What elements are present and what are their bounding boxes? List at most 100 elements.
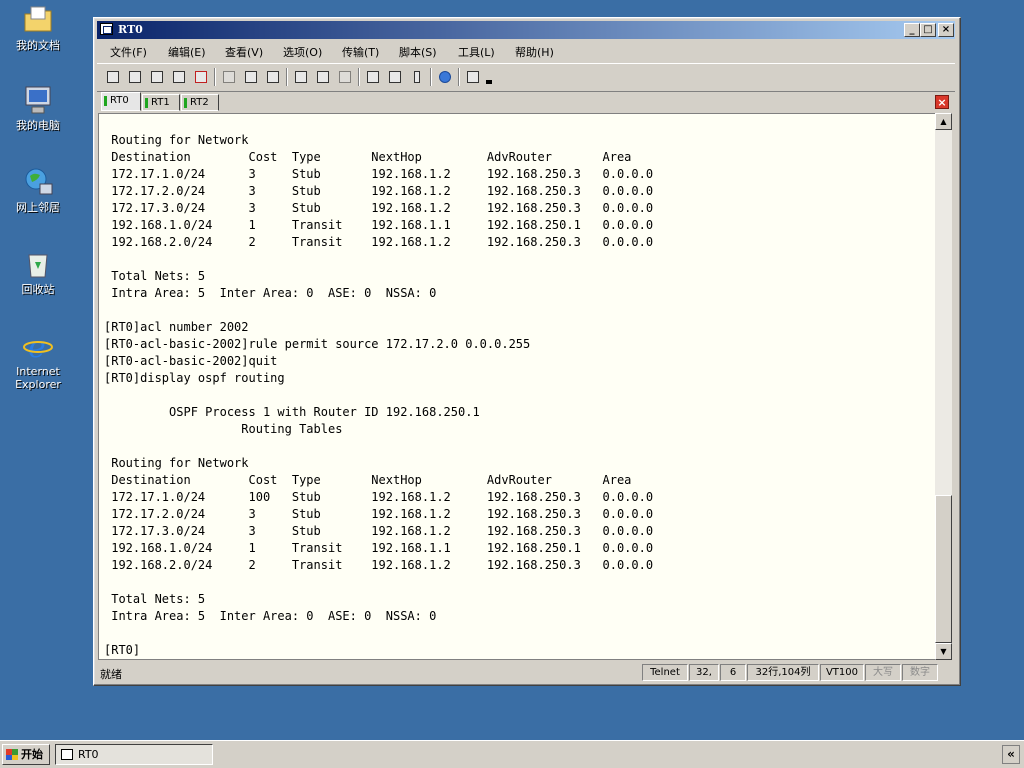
- menu-edit[interactable]: 编辑(E): [168, 44, 206, 60]
- menu-help[interactable]: 帮助(H): [515, 44, 554, 60]
- emulation-mode: VT100: [820, 664, 864, 681]
- terminal-line: Destination Cost Type NextHop AdvRouter …: [104, 473, 632, 487]
- tab-rt2[interactable]: RT2: [181, 94, 219, 111]
- menu-transfer[interactable]: 传输(T): [342, 44, 379, 60]
- terminal-line: 172.17.2.0/24 3 Stub 192.168.1.2 192.168…: [104, 507, 654, 521]
- terminal-line: [RT0-acl-basic-2002]rule permit source 1…: [104, 337, 531, 351]
- globe-network-icon: [22, 166, 54, 198]
- scroll-up-icon[interactable]: ▲: [935, 113, 952, 130]
- protocol-indicator: Telnet: [642, 664, 688, 681]
- terminal-line: 172.17.1.0/24 100 Stub 192.168.1.2 192.1…: [104, 490, 654, 504]
- terminal-line: Total Nets: 5: [104, 269, 206, 283]
- recycle-bin-icon: [22, 248, 54, 280]
- connect-tab-icon[interactable]: [148, 68, 166, 86]
- find-icon[interactable]: [264, 68, 282, 86]
- toolbar-overflow-icon[interactable]: [484, 68, 494, 86]
- print-setup-icon[interactable]: [292, 68, 310, 86]
- terminal-line: 192.168.1.0/24 1 Transit 192.168.1.1 192…: [104, 218, 654, 232]
- desktop-icon-my-documents[interactable]: 我的文档: [6, 4, 70, 52]
- close-button[interactable]: ×: [938, 23, 954, 37]
- terminal-line: Routing for Network: [104, 456, 249, 470]
- status-indicator: [145, 98, 148, 108]
- print-icon[interactable]: [336, 68, 354, 86]
- terminal-size: 32行,104列: [747, 664, 819, 681]
- connect-icon[interactable]: [104, 68, 122, 86]
- disconnect-icon[interactable]: [192, 68, 210, 86]
- menu-tools[interactable]: 工具(L): [458, 44, 495, 60]
- key-icon[interactable]: [408, 68, 426, 86]
- status-text: 就绪: [100, 668, 122, 681]
- print-screen-icon[interactable]: [314, 68, 332, 86]
- tab-label: RT0: [110, 95, 129, 106]
- terminal-line: [RT0-acl-basic-2002]quit: [104, 354, 278, 368]
- taskbar-item-rt0[interactable]: RT0: [55, 744, 213, 765]
- menu-options[interactable]: 选项(O): [283, 44, 322, 60]
- scroll-thumb[interactable]: [935, 495, 952, 643]
- global-options-icon[interactable]: [386, 68, 404, 86]
- close-tab-icon[interactable]: ×: [935, 95, 949, 109]
- session-options-icon[interactable]: [364, 68, 382, 86]
- start-button[interactable]: 开始: [2, 744, 50, 765]
- svg-text:e: e: [28, 330, 46, 362]
- desktop-icon-network[interactable]: 网上邻居: [6, 166, 70, 214]
- keymap-icon[interactable]: [464, 68, 482, 86]
- tab-rt0[interactable]: RT0: [101, 92, 141, 111]
- terminal-output[interactable]: Routing for Network Destination Cost Typ…: [98, 113, 935, 660]
- terminal-line: [RT0]acl number 2002: [104, 320, 249, 334]
- terminal-line: 192.168.2.0/24 2 Transit 192.168.1.2 192…: [104, 235, 654, 249]
- tab-label: RT2: [190, 97, 209, 108]
- terminal-line: 172.17.3.0/24 3 Stub 192.168.1.2 192.168…: [104, 201, 654, 215]
- maximize-button[interactable]: □: [920, 23, 936, 37]
- paste-icon[interactable]: [242, 68, 260, 86]
- scroll-down-icon[interactable]: ▼: [935, 643, 952, 660]
- vertical-scrollbar[interactable]: ▲ ▼: [935, 113, 952, 660]
- terminal-line: Routing for Network: [104, 133, 249, 147]
- terminal-line: Destination Cost Type NextHop AdvRouter …: [104, 150, 632, 164]
- desktop-icon-label: 回收站: [21, 283, 55, 296]
- app-icon: [61, 749, 73, 760]
- tray-expand-icon[interactable]: «: [1002, 745, 1020, 764]
- taskbar: 开始 RT0 «: [0, 740, 1024, 768]
- status-indicator: [104, 96, 107, 106]
- menu-bar: 文件(F) 编辑(E) 查看(V) 选项(O) 传输(T) 脚本(S) 工具(L…: [97, 41, 955, 61]
- terminal-line: Routing Tables: [104, 422, 343, 436]
- copy-icon[interactable]: [220, 68, 238, 86]
- computer-icon: [22, 84, 54, 116]
- num-lock-indicator: 数字: [902, 664, 938, 681]
- title-bar[interactable]: RT0 _ □ ×: [97, 21, 955, 39]
- desktop-icon-internet-explorer[interactable]: e Internet Explorer: [6, 330, 70, 391]
- terminal-line: Total Nets: 5: [104, 592, 206, 606]
- toolbar: [97, 63, 955, 90]
- cursor-row: 32,: [689, 664, 719, 681]
- reconnect-icon[interactable]: [170, 68, 188, 86]
- tab-rt1[interactable]: RT1: [142, 94, 180, 111]
- start-label: 开始: [21, 748, 43, 761]
- terminal-line: 192.168.1.0/24 1 Transit 192.168.1.1 192…: [104, 541, 654, 555]
- menu-view[interactable]: 查看(V): [225, 44, 263, 60]
- terminal-line: 172.17.1.0/24 3 Stub 192.168.1.2 192.168…: [104, 167, 654, 181]
- terminal-line: [RT0]display ospf routing: [104, 371, 285, 385]
- caps-lock-indicator: 大写: [865, 664, 901, 681]
- desktop-icon-recycle-bin[interactable]: 回收站: [6, 248, 70, 296]
- terminal-line: [RT0]: [104, 643, 141, 657]
- help-icon[interactable]: [436, 68, 454, 86]
- desktop-icon-label: 我的电脑: [16, 119, 60, 132]
- minimize-button[interactable]: _: [904, 23, 920, 37]
- desktop-icon-label: 我的文档: [16, 39, 60, 52]
- menu-file[interactable]: 文件(F): [110, 44, 147, 60]
- menu-script[interactable]: 脚本(S): [399, 44, 437, 60]
- desktop-icon-my-computer[interactable]: 我的电脑: [6, 84, 70, 132]
- quick-connect-icon[interactable]: [126, 68, 144, 86]
- app-icon: [100, 23, 113, 35]
- terminal-window: RT0 _ □ × 文件(F) 编辑(E) 查看(V) 选项(O) 传输(T) …: [93, 17, 961, 686]
- tab-label: RT1: [151, 97, 170, 108]
- window-title: RT0: [118, 23, 143, 36]
- folder-icon: [22, 4, 54, 36]
- terminal-line: Intra Area: 5 Inter Area: 0 ASE: 0 NSSA:…: [104, 286, 437, 300]
